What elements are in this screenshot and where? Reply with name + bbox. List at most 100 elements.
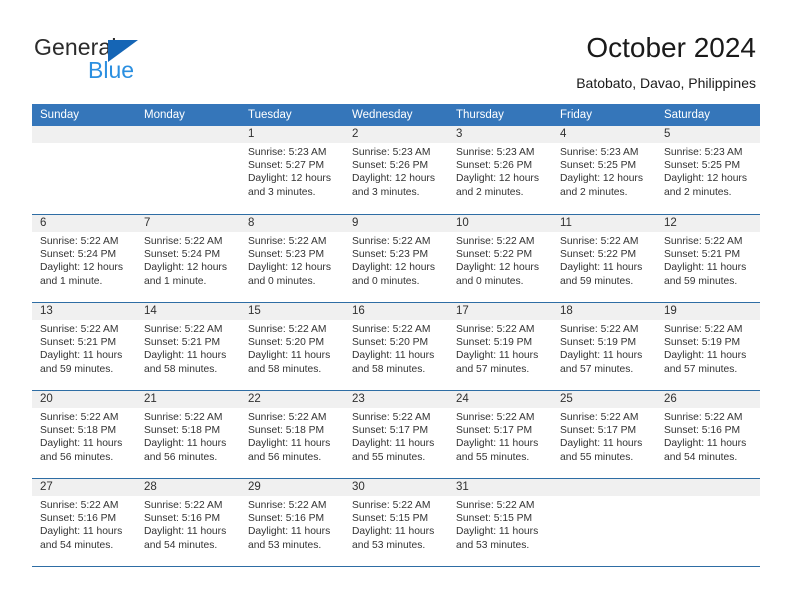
sunset-time: Sunset: 5:19 PM: [560, 337, 637, 349]
daylight-duration-line2: and 53 minutes.: [352, 539, 426, 551]
day-number: 14: [144, 305, 157, 317]
day-number-band: 16: [344, 303, 448, 320]
calendar-day-cell[interactable]: 28 Sunrise: 5:22 AM Sunset: 5:16 PM Dayligh…: [136, 479, 240, 566]
day-number-band: 3: [448, 126, 552, 143]
daylight-duration-line1: Daylight: 11 hours: [144, 526, 227, 538]
generalblue-logo[interactable]: General Blue: [34, 36, 234, 88]
daylight-duration-line1: Daylight: 11 hours: [456, 438, 539, 450]
calendar-day-cell[interactable]: 6 Sunrise: 5:22 AM Sunset: 5:24 PM Daylight…: [32, 215, 136, 302]
sunset-time: Sunset: 5:21 PM: [40, 337, 117, 349]
day-number-band: 22: [240, 391, 344, 408]
day-number-band: 18: [552, 303, 656, 320]
weekday-header-thursday: Thursday: [456, 109, 504, 121]
day-number: 19: [664, 305, 677, 317]
calendar-day-cell[interactable]: 29 Sunrise: 5:22 AM Sunset: 5:16 PM Dayligh…: [240, 479, 344, 566]
sunset-time: Sunset: 5:19 PM: [664, 337, 741, 349]
sunrise-time: Sunrise: 5:22 AM: [352, 412, 431, 423]
calendar-day-cell[interactable]: 22 Sunrise: 5:22 AM Sunset: 5:18 PM Dayligh…: [240, 391, 344, 478]
day-number: 24: [456, 393, 469, 405]
logo-text-blue: Blue: [88, 57, 135, 83]
sunrise-time: Sunrise: 5:23 AM: [560, 147, 639, 158]
calendar-day-cell[interactable]: 19 Sunrise: 5:22 AM Sunset: 5:19 PM Dayligh…: [656, 303, 760, 390]
sunrise-time: Sunrise: 5:22 AM: [456, 236, 535, 247]
calendar-day-cell[interactable]: 31 Sunrise: 5:22 AM Sunset: 5:15 PM Dayligh…: [448, 479, 552, 566]
day-sun-info: Sunrise: 5:22 AM Sunset: 5:23 PM Daylight:…: [344, 232, 448, 288]
sunset-time: Sunset: 5:21 PM: [144, 337, 221, 349]
day-number: 13: [40, 305, 53, 317]
day-sun-info: Sunrise: 5:23 AM Sunset: 5:25 PM Daylight:…: [552, 143, 656, 199]
sunrise-time: Sunrise: 5:22 AM: [456, 324, 535, 335]
calendar-day-cell[interactable]: 20 Sunrise: 5:22 AM Sunset: 5:18 PM Dayligh…: [32, 391, 136, 478]
daylight-duration-line2: and 59 minutes.: [40, 363, 114, 375]
calendar-day-cell[interactable]: 9 Sunrise: 5:22 AM Sunset: 5:23 PM Daylight…: [344, 215, 448, 302]
day-number-band: [32, 126, 136, 143]
calendar-day-cell[interactable]: 25 Sunrise: 5:22 AM Sunset: 5:17 PM Dayligh…: [552, 391, 656, 478]
weekday-header-sunday: Sunday: [40, 109, 80, 121]
sunset-time: Sunset: 5:27 PM: [248, 160, 325, 172]
calendar-day-cell[interactable]: 3 Sunrise: 5:23 AM Sunset: 5:26 PM Daylight…: [448, 126, 552, 214]
day-sun-info: Sunrise: 5:23 AM Sunset: 5:25 PM Daylight:…: [656, 143, 760, 199]
sunset-time: Sunset: 5:26 PM: [352, 160, 429, 172]
day-number: 25: [560, 393, 573, 405]
sunrise-time: Sunrise: 5:22 AM: [40, 324, 119, 335]
day-number-band: 17: [448, 303, 552, 320]
day-sun-info: Sunrise: 5:22 AM Sunset: 5:16 PM Daylight:…: [240, 496, 344, 552]
calendar-grid: Sunday Monday Tuesday Wednesday Thursday…: [32, 104, 760, 567]
calendar-day-cell[interactable]: 10 Sunrise: 5:22 AM Sunset: 5:22 PM Dayligh…: [448, 215, 552, 302]
day-number-band: 25: [552, 391, 656, 408]
daylight-duration-line1: Daylight: 11 hours: [664, 262, 747, 274]
daylight-duration-line2: and 1 minute.: [40, 275, 103, 287]
calendar-day-cell[interactable]: 23 Sunrise: 5:22 AM Sunset: 5:17 PM Dayligh…: [344, 391, 448, 478]
calendar-day-cell[interactable]: 2 Sunrise: 5:23 AM Sunset: 5:26 PM Daylight…: [344, 126, 448, 214]
sunrise-time: Sunrise: 5:22 AM: [248, 324, 327, 335]
calendar-day-cell[interactable]: 18 Sunrise: 5:22 AM Sunset: 5:19 PM Dayligh…: [552, 303, 656, 390]
daylight-duration-line1: Daylight: 12 hours: [352, 262, 435, 274]
calendar-day-cell[interactable]: 7 Sunrise: 5:22 AM Sunset: 5:24 PM Daylight…: [136, 215, 240, 302]
daylight-duration-line2: and 59 minutes.: [560, 275, 634, 287]
daylight-duration-line1: Daylight: 12 hours: [352, 173, 435, 185]
calendar-day-cell[interactable]: 5 Sunrise: 5:23 AM Sunset: 5:25 PM Daylight…: [656, 126, 760, 214]
sunset-time: Sunset: 5:17 PM: [352, 425, 429, 437]
sunset-time: Sunset: 5:24 PM: [144, 249, 221, 261]
day-number: 5: [664, 128, 671, 140]
sunset-time: Sunset: 5:20 PM: [248, 337, 325, 349]
calendar-day-cell[interactable]: 8 Sunrise: 5:22 AM Sunset: 5:23 PM Daylight…: [240, 215, 344, 302]
daylight-duration-line1: Daylight: 11 hours: [144, 438, 227, 450]
calendar-day-cell[interactable]: 26 Sunrise: 5:22 AM Sunset: 5:16 PM Dayligh…: [656, 391, 760, 478]
sunset-time: Sunset: 5:21 PM: [664, 249, 741, 261]
day-sun-info: Sunrise: 5:22 AM Sunset: 5:16 PM Daylight:…: [656, 408, 760, 464]
calendar-day-cell[interactable]: 15 Sunrise: 5:22 AM Sunset: 5:20 PM Dayligh…: [240, 303, 344, 390]
day-number-band: 31: [448, 479, 552, 496]
calendar-day-cell[interactable]: 30 Sunrise: 5:22 AM Sunset: 5:15 PM Dayligh…: [344, 479, 448, 566]
calendar-day-cell[interactable]: 14 Sunrise: 5:22 AM Sunset: 5:21 PM Dayligh…: [136, 303, 240, 390]
daylight-duration-line1: Daylight: 11 hours: [456, 350, 539, 362]
daylight-duration-line2: and 56 minutes.: [40, 451, 114, 463]
calendar-day-cell[interactable]: 17 Sunrise: 5:22 AM Sunset: 5:19 PM Dayligh…: [448, 303, 552, 390]
calendar-day-cell[interactable]: 4 Sunrise: 5:23 AM Sunset: 5:25 PM Daylight…: [552, 126, 656, 214]
daylight-duration-line1: Daylight: 11 hours: [144, 350, 227, 362]
day-sun-info: Sunrise: 5:22 AM Sunset: 5:15 PM Daylight:…: [344, 496, 448, 552]
sunrise-time: Sunrise: 5:23 AM: [248, 147, 327, 158]
day-sun-info: Sunrise: 5:22 AM Sunset: 5:20 PM Daylight:…: [240, 320, 344, 376]
daylight-duration-line1: Daylight: 12 hours: [248, 262, 331, 274]
calendar-day-cell[interactable]: 16 Sunrise: 5:22 AM Sunset: 5:20 PM Dayligh…: [344, 303, 448, 390]
calendar-day-cell[interactable]: 11 Sunrise: 5:22 AM Sunset: 5:22 PM Dayligh…: [552, 215, 656, 302]
calendar-day-cell[interactable]: 1 Sunrise: 5:23 AM Sunset: 5:27 PM Daylight…: [240, 126, 344, 214]
day-sun-info: Sunrise: 5:22 AM Sunset: 5:23 PM Daylight:…: [240, 232, 344, 288]
day-number: 11: [560, 217, 572, 229]
calendar-day-cell[interactable]: 13 Sunrise: 5:22 AM Sunset: 5:21 PM Dayligh…: [32, 303, 136, 390]
day-number: 8: [248, 217, 255, 229]
calendar-day-cell[interactable]: 27 Sunrise: 5:22 AM Sunset: 5:16 PM Dayligh…: [32, 479, 136, 566]
day-number: 29: [248, 481, 261, 493]
day-sun-info: Sunrise: 5:22 AM Sunset: 5:18 PM Daylight:…: [240, 408, 344, 464]
calendar-day-cell[interactable]: 21 Sunrise: 5:22 AM Sunset: 5:18 PM Dayligh…: [136, 391, 240, 478]
day-number-band: 20: [32, 391, 136, 408]
daylight-duration-line2: and 55 minutes.: [456, 451, 530, 463]
calendar-day-cell[interactable]: 24 Sunrise: 5:22 AM Sunset: 5:17 PM Dayligh…: [448, 391, 552, 478]
daylight-duration-line2: and 2 minutes.: [456, 186, 524, 198]
day-number: 9: [352, 217, 359, 229]
sunrise-time: Sunrise: 5:22 AM: [248, 500, 327, 511]
calendar-day-cell[interactable]: 12 Sunrise: 5:22 AM Sunset: 5:21 PM Dayligh…: [656, 215, 760, 302]
day-number: 30: [352, 481, 365, 493]
daylight-duration-line2: and 0 minutes.: [352, 275, 420, 287]
